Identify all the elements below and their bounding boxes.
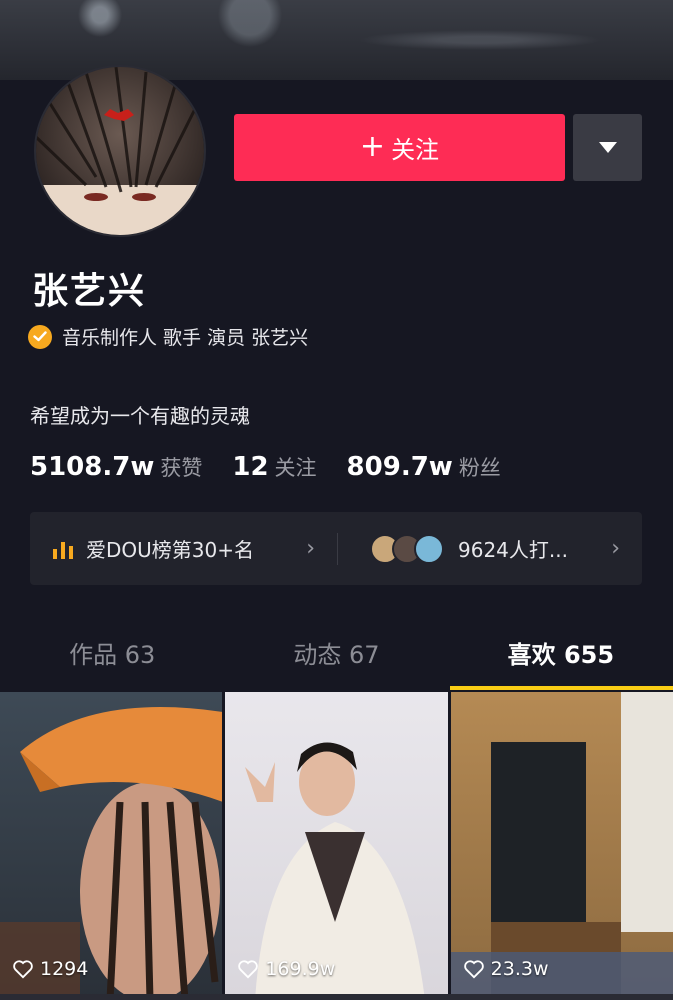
- heart-icon: [13, 960, 33, 979]
- fan-club-entry[interactable]: 9624人打... ›: [338, 533, 642, 564]
- follow-label: 关注: [391, 136, 440, 164]
- like-count-value: 1294: [40, 958, 89, 980]
- likes-count[interactable]: 5108.7w: [30, 452, 154, 482]
- heart-icon: [463, 960, 484, 979]
- video-tile[interactable]: 23.3w: [450, 692, 673, 1000]
- like-count-value: 169.9w: [265, 958, 336, 980]
- tab-works[interactable]: 作品 63: [0, 625, 224, 689]
- tab-likes[interactable]: 喜欢 655: [449, 625, 673, 689]
- avatar-image: [36, 67, 204, 235]
- follow-button[interactable]: + 关注: [234, 114, 565, 181]
- video-tile[interactable]: 1294: [0, 692, 223, 1000]
- followers-label: 粉丝: [458, 456, 501, 480]
- verified-check-icon: [28, 324, 52, 349]
- more-options-button[interactable]: [573, 114, 642, 181]
- fan-avatars: [370, 533, 444, 564]
- tab-dynamics[interactable]: 动态 67: [224, 625, 448, 689]
- bar-chart-icon: [53, 541, 73, 559]
- verification-row: 音乐制作人 歌手 演员 张艺兴: [28, 323, 308, 350]
- video-thumbnail: [450, 692, 673, 1000]
- fans-text: 9624人打...: [458, 538, 568, 562]
- chevron-right-icon: ›: [611, 536, 620, 561]
- chevron-right-icon: ›: [306, 536, 315, 561]
- stats-row: 5108.7w 获赞 12 关注 809.7w 粉丝: [30, 452, 531, 482]
- content-tabs: 作品 63 动态 67 喜欢 655: [0, 625, 673, 689]
- likes-label: 获赞: [160, 456, 203, 480]
- like-count-value: 23.3w: [490, 958, 549, 980]
- profile-bio: 希望成为一个有趣的灵魂: [30, 404, 250, 428]
- following-count[interactable]: 12: [232, 452, 268, 482]
- rank-entry[interactable]: 爱DOU榜第30+名 ›: [30, 534, 337, 563]
- verification-text: 音乐制作人 歌手 演员 张艺兴: [62, 327, 309, 349]
- following-label: 关注: [274, 456, 317, 480]
- avatar[interactable]: [34, 65, 206, 237]
- next-row-hint: [0, 994, 673, 1000]
- rank-text: 爱DOU榜第30+名: [86, 538, 254, 562]
- triangle-down-icon: [598, 142, 617, 153]
- video-thumbnail: [245, 742, 426, 1000]
- like-count: 169.9w: [237, 958, 335, 980]
- like-count: 23.3w: [463, 958, 549, 980]
- active-tab-indicator: [450, 686, 673, 690]
- info-bar: 爱DOU榜第30+名 › 9624人打... ›: [30, 512, 642, 585]
- plus-icon: +: [359, 128, 386, 164]
- video-tile[interactable]: 169.9w: [225, 692, 448, 1000]
- profile-name: 张艺兴: [32, 271, 147, 312]
- video-grid: 1294 169.9w 23.3w: [0, 692, 673, 1000]
- heart-icon: [238, 960, 259, 979]
- like-count: 1294: [12, 958, 88, 980]
- fan-avatar: [414, 533, 444, 564]
- followers-count[interactable]: 809.7w: [347, 452, 453, 482]
- video-thumbnail: [0, 707, 223, 1000]
